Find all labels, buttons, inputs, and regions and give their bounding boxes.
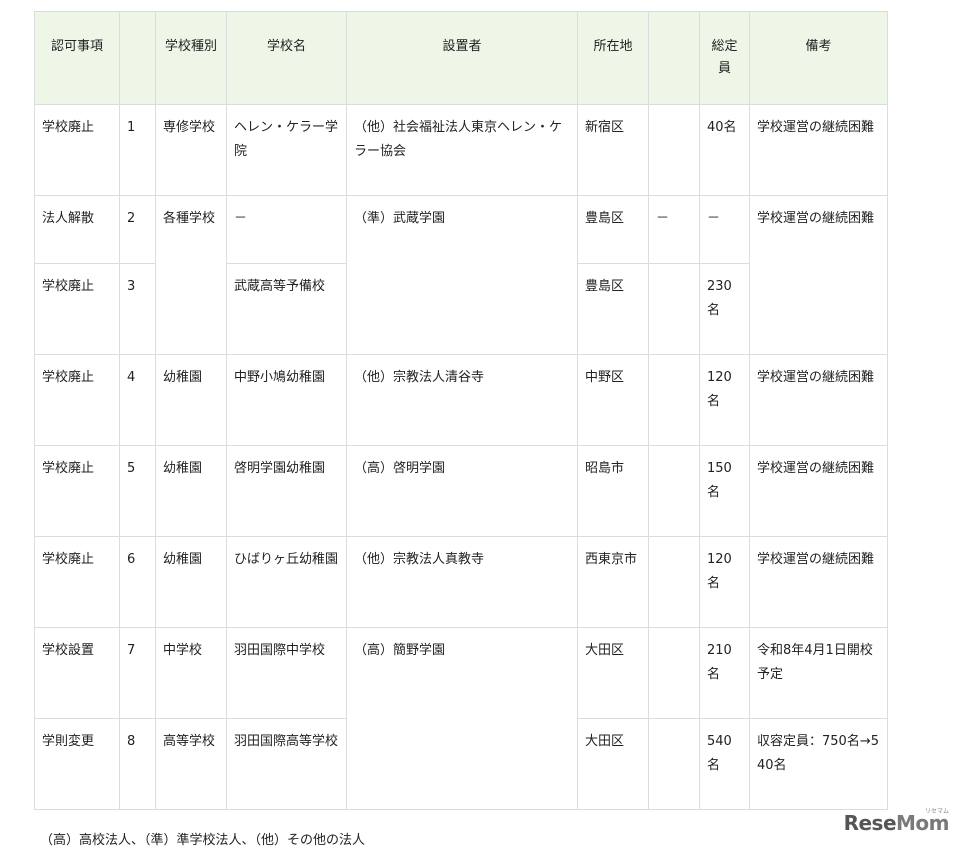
cell-school-name: ヘレン・ケラー学院 — [226, 104, 347, 196]
cell-extra — [648, 718, 700, 810]
cell-action: 学校廃止 — [34, 263, 120, 355]
cell-extra — [648, 104, 700, 196]
cell-school-type: 幼稚園 — [155, 536, 227, 628]
header-school-type: 学校種別 — [155, 11, 227, 105]
header-action: 認可事項 — [34, 11, 120, 105]
cell-action: 学校設置 — [34, 627, 120, 719]
cell-location: 昭島市 — [577, 445, 649, 537]
cell-capacity: － — [699, 195, 750, 264]
header-founder: 設置者 — [346, 11, 578, 105]
header-row: 認可事項 学校種別 学校名 設置者 所在地 総定員 備考 — [34, 11, 888, 105]
cell-number: 2 — [119, 195, 156, 264]
cell-capacity: 120名 — [699, 354, 750, 446]
cell-school-name: 中野小鳩幼稚園 — [226, 354, 347, 446]
cell-extra — [648, 354, 700, 446]
cell-action: 学校廃止 — [34, 536, 120, 628]
cell-school-name: 羽田国際高等学校 — [226, 718, 347, 810]
table-row: 法人解散 2 各種学校 － （準）武蔵学園 豊島区 － － 学校運営の継続困難 — [34, 195, 888, 355]
cell-location: 大田区 — [577, 718, 649, 810]
cell-capacity: 150名 — [699, 445, 750, 537]
cell-founder: （高）簡野学園 — [346, 627, 578, 810]
cell-founder: （他）宗教法人清谷寺 — [346, 354, 578, 446]
cell-location: 西東京市 — [577, 536, 649, 628]
header-extra — [648, 11, 700, 105]
logo-text-b: Mom — [896, 811, 949, 835]
resemom-logo: ReseMom — [843, 811, 950, 835]
cell-school-name: 武蔵高等予備校 — [226, 263, 347, 355]
cell-number: 7 — [119, 627, 156, 719]
cell-note: 令和8年4月1日開校予定 — [749, 627, 888, 719]
cell-school-name: ひばりヶ丘幼稚園 — [226, 536, 347, 628]
cell-number: 6 — [119, 536, 156, 628]
cell-school-type: 高等学校 — [155, 718, 227, 810]
header-capacity: 総定員 — [699, 11, 750, 105]
cell-capacity: 540名 — [699, 718, 750, 810]
cell-location: 大田区 — [577, 627, 649, 719]
cell-extra — [648, 445, 700, 537]
cell-action: 学則変更 — [34, 718, 120, 810]
cell-location: 豊島区 — [577, 263, 649, 355]
table-row: 学校廃止 6 幼稚園 ひばりヶ丘幼稚園 （他）宗教法人真教寺 西東京市 120名… — [34, 536, 888, 628]
cell-number: 4 — [119, 354, 156, 446]
cell-location: 新宿区 — [577, 104, 649, 196]
cell-extra — [648, 263, 700, 355]
cell-location: 豊島区 — [577, 195, 649, 264]
header-number — [119, 11, 156, 105]
table-row: 学校廃止 1 専修学校 ヘレン・ケラー学院 （他）社会福祉法人東京ヘレン・ケラー… — [34, 104, 888, 196]
cell-action: 法人解散 — [34, 195, 120, 264]
cell-founder: （高）啓明学園 — [346, 445, 578, 537]
cell-note: 学校運営の継続困難 — [749, 536, 888, 628]
cell-school-type: 各種学校 — [155, 195, 227, 355]
cell-school-type: 幼稚園 — [155, 354, 227, 446]
cell-extra — [648, 536, 700, 628]
logo-text-a: Rese — [843, 811, 897, 835]
cell-number: 8 — [119, 718, 156, 810]
cell-capacity: 40名 — [699, 104, 750, 196]
cell-school-type: 幼稚園 — [155, 445, 227, 537]
cell-school-type: 専修学校 — [155, 104, 227, 196]
header-note: 備考 — [749, 11, 888, 105]
table-row: 学校廃止 4 幼稚園 中野小鳩幼稚園 （他）宗教法人清谷寺 中野区 120名 学… — [34, 354, 888, 446]
cell-school-type: 中学校 — [155, 627, 227, 719]
approvals-table: 認可事項 学校種別 学校名 設置者 所在地 総定員 備考 学校廃止 1 専修学校… — [34, 11, 888, 810]
cell-capacity: 210名 — [699, 627, 750, 719]
cell-action: 学校廃止 — [34, 354, 120, 446]
cell-extra: － — [648, 195, 700, 264]
cell-school-name: 啓明学園幼稚園 — [226, 445, 347, 537]
cell-founder: （他）宗教法人真教寺 — [346, 536, 578, 628]
header-school-name: 学校名 — [226, 11, 347, 105]
cell-number: 5 — [119, 445, 156, 537]
cell-location: 中野区 — [577, 354, 649, 446]
cell-note: 学校運営の継続困難 — [749, 445, 888, 537]
cell-extra — [648, 627, 700, 719]
cell-note: 学校運営の継続困難 — [749, 354, 888, 446]
cell-capacity: 120名 — [699, 536, 750, 628]
cell-action: 学校廃止 — [34, 445, 120, 537]
cell-note: 学校運営の継続困難 — [749, 104, 888, 196]
cell-school-name: － — [226, 195, 347, 264]
cell-action: 学校廃止 — [34, 104, 120, 196]
cell-capacity: 230名 — [699, 263, 750, 355]
cell-founder: （準）武蔵学園 — [346, 195, 578, 355]
table-row: 学校廃止 5 幼稚園 啓明学園幼稚園 （高）啓明学園 昭島市 150名 学校運営… — [34, 445, 888, 537]
cell-school-name: 羽田国際中学校 — [226, 627, 347, 719]
cell-note: 収容定員：750名→540名 — [749, 718, 888, 810]
cell-number: 1 — [119, 104, 156, 196]
header-location: 所在地 — [577, 11, 649, 105]
footnote: （高）高校法人、（準）準学校法人、（他）その他の法人 — [40, 833, 366, 848]
cell-number: 3 — [119, 263, 156, 355]
cell-note: 学校運営の継続困難 — [749, 195, 888, 355]
cell-founder: （他）社会福祉法人東京ヘレン・ケラー協会 — [346, 104, 578, 196]
table-row: 学校設置 7 中学校 羽田国際中学校 （高）簡野学園 大田区 210名 令和8年… — [34, 627, 888, 810]
